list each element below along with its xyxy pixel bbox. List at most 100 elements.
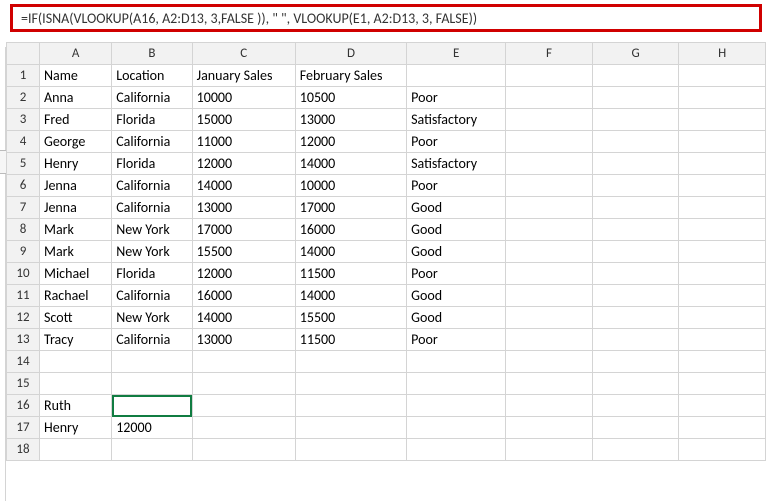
cell-E8[interactable]: Good: [407, 219, 506, 241]
cell-G1[interactable]: [592, 65, 679, 87]
cell-H11[interactable]: [679, 285, 766, 307]
cell-B11[interactable]: California: [112, 285, 192, 307]
row-header-3[interactable]: 3: [7, 109, 40, 131]
cell-H9[interactable]: [679, 241, 766, 263]
row-header-13[interactable]: 13: [7, 329, 40, 351]
cell-E3[interactable]: Satisfactory: [407, 109, 506, 131]
cell-E2[interactable]: Poor: [407, 87, 506, 109]
row-header-9[interactable]: 9: [7, 241, 40, 263]
row-header-5[interactable]: 5: [7, 153, 40, 175]
col-header-G[interactable]: G: [592, 43, 679, 65]
cell-A18[interactable]: [40, 439, 112, 461]
cell-D12[interactable]: 15500: [295, 307, 406, 329]
cell-D16[interactable]: [295, 395, 406, 417]
cell-H18[interactable]: [679, 439, 766, 461]
cell-A7[interactable]: Jenna: [40, 197, 112, 219]
cell-B14[interactable]: [112, 351, 192, 373]
cell-A12[interactable]: Scott: [40, 307, 112, 329]
cell-C8[interactable]: 17000: [192, 219, 295, 241]
cell-G17[interactable]: [592, 417, 679, 439]
cell-G16[interactable]: [592, 395, 679, 417]
cell-H7[interactable]: [679, 197, 766, 219]
cell-A15[interactable]: [40, 373, 112, 395]
cell-F3[interactable]: [506, 109, 593, 131]
cell-C7[interactable]: 13000: [192, 197, 295, 219]
cell-B8[interactable]: New York: [112, 219, 192, 241]
cell-D11[interactable]: 14000: [295, 285, 406, 307]
cell-D13[interactable]: 11500: [295, 329, 406, 351]
cell-F8[interactable]: [506, 219, 593, 241]
cell-D6[interactable]: 10000: [295, 175, 406, 197]
cell-C4[interactable]: 11000: [192, 131, 295, 153]
cell-D5[interactable]: 14000: [295, 153, 406, 175]
cell-G7[interactable]: [592, 197, 679, 219]
cell-C13[interactable]: 13000: [192, 329, 295, 351]
row-header-18[interactable]: 18: [7, 439, 40, 461]
cell-H16[interactable]: [679, 395, 766, 417]
cell-B3[interactable]: Florida: [112, 109, 192, 131]
cell-C1[interactable]: January Sales: [192, 65, 295, 87]
cell-B7[interactable]: California: [112, 197, 192, 219]
cell-F4[interactable]: [506, 131, 593, 153]
cell-C12[interactable]: 14000: [192, 307, 295, 329]
cell-G5[interactable]: [592, 153, 679, 175]
col-header-D[interactable]: D: [295, 43, 406, 65]
cell-C5[interactable]: 12000: [192, 153, 295, 175]
cell-H2[interactable]: [679, 87, 766, 109]
cell-B15[interactable]: [112, 373, 192, 395]
cell-B18[interactable]: [112, 439, 192, 461]
cell-D9[interactable]: 14000: [295, 241, 406, 263]
cell-F18[interactable]: [506, 439, 593, 461]
cell-G6[interactable]: [592, 175, 679, 197]
cell-A11[interactable]: Rachael: [40, 285, 112, 307]
cell-D1[interactable]: February Sales: [295, 65, 406, 87]
cell-D15[interactable]: [295, 373, 406, 395]
cell-F15[interactable]: [506, 373, 593, 395]
cell-B4[interactable]: California: [112, 131, 192, 153]
cell-B10[interactable]: Florida: [112, 263, 192, 285]
cell-F12[interactable]: [506, 307, 593, 329]
cell-E6[interactable]: Poor: [407, 175, 506, 197]
cell-A14[interactable]: [40, 351, 112, 373]
cell-C18[interactable]: [192, 439, 295, 461]
cell-G11[interactable]: [592, 285, 679, 307]
cell-H13[interactable]: [679, 329, 766, 351]
cell-C2[interactable]: 10000: [192, 87, 295, 109]
cell-H4[interactable]: [679, 131, 766, 153]
cell-H3[interactable]: [679, 109, 766, 131]
cell-H1[interactable]: [679, 65, 766, 87]
cell-H14[interactable]: [679, 351, 766, 373]
cell-E7[interactable]: Good: [407, 197, 506, 219]
cell-B6[interactable]: California: [112, 175, 192, 197]
cell-E14[interactable]: [407, 351, 506, 373]
cell-B9[interactable]: New York: [112, 241, 192, 263]
cell-C16[interactable]: [192, 395, 295, 417]
cell-E16[interactable]: [407, 395, 506, 417]
cell-B2[interactable]: California: [112, 87, 192, 109]
row-header-8[interactable]: 8: [7, 219, 40, 241]
cell-E12[interactable]: Good: [407, 307, 506, 329]
cell-E18[interactable]: [407, 439, 506, 461]
cell-G13[interactable]: [592, 329, 679, 351]
cell-D10[interactable]: 11500: [295, 263, 406, 285]
col-header-C[interactable]: C: [192, 43, 295, 65]
col-header-H[interactable]: H: [679, 43, 766, 65]
row-header-4[interactable]: 4: [7, 131, 40, 153]
cell-H8[interactable]: [679, 219, 766, 241]
cell-G9[interactable]: [592, 241, 679, 263]
cell-F6[interactable]: [506, 175, 593, 197]
cell-A4[interactable]: George: [40, 131, 112, 153]
cell-C11[interactable]: 16000: [192, 285, 295, 307]
col-header-A[interactable]: A: [40, 43, 112, 65]
cell-B1[interactable]: Location: [112, 65, 192, 87]
cell-B5[interactable]: Florida: [112, 153, 192, 175]
cell-F7[interactable]: [506, 197, 593, 219]
cell-H10[interactable]: [679, 263, 766, 285]
cell-A5[interactable]: Henry: [40, 153, 112, 175]
row-header-6[interactable]: 6: [7, 175, 40, 197]
cell-E4[interactable]: Poor: [407, 131, 506, 153]
cell-F17[interactable]: [506, 417, 593, 439]
cell-A3[interactable]: Fred: [40, 109, 112, 131]
select-all-corner[interactable]: [7, 43, 40, 65]
cell-D8[interactable]: 16000: [295, 219, 406, 241]
